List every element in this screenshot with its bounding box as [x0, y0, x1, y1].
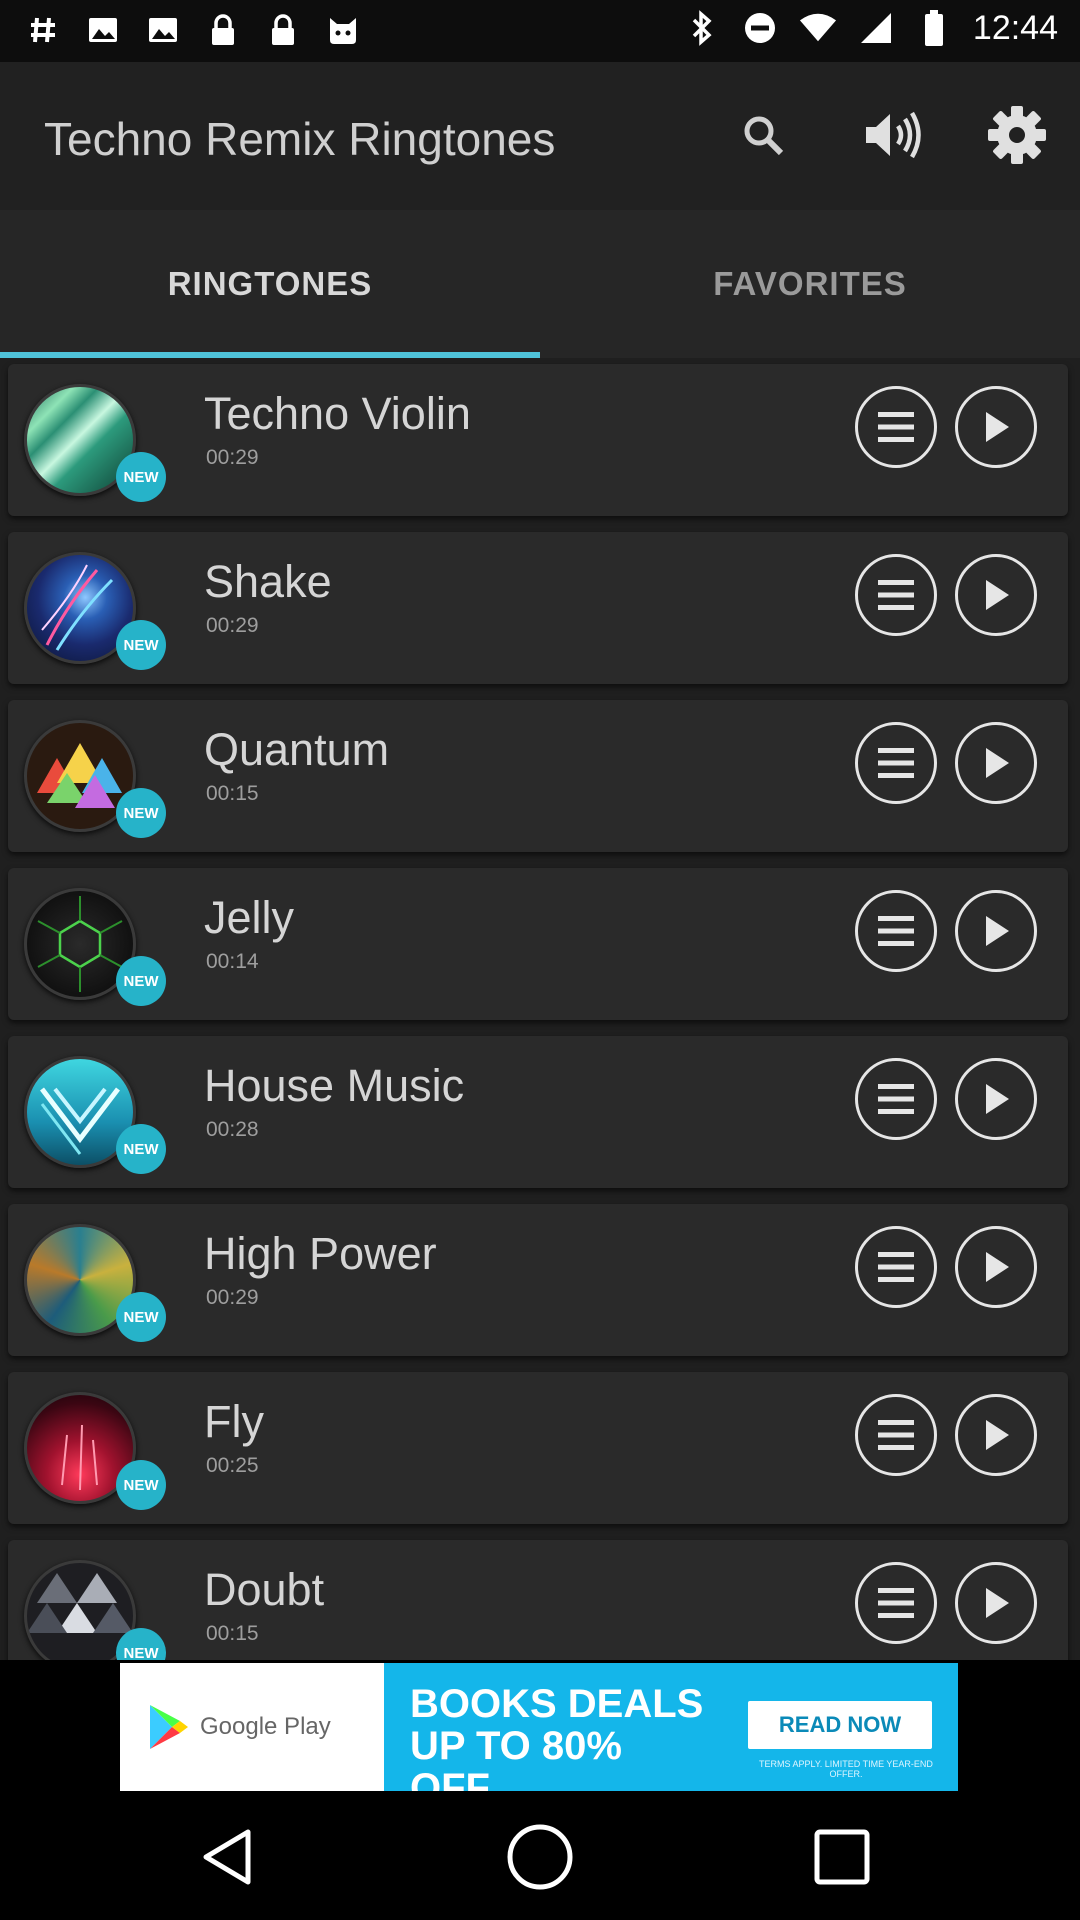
ad-banner[interactable]: Google Play BOOKS DEALS UP TO 80% OFF RE… [120, 1663, 958, 1791]
home-icon[interactable] [498, 1815, 582, 1899]
options-menu-button[interactable] [855, 554, 937, 636]
options-menu-button[interactable] [855, 386, 937, 468]
new-badge: NEW [116, 788, 166, 838]
google-play-icon [150, 1705, 188, 1749]
ringtone-duration: 00:14 [206, 950, 259, 973]
tab-bar: RINGTONES FAVORITES [0, 210, 1080, 358]
list-item[interactable]: NEW Techno Violin 00:29 [8, 364, 1068, 516]
new-badge: NEW [116, 620, 166, 670]
list-item[interactable]: NEW Quantum 00:15 [8, 700, 1068, 852]
status-bar: 12:44 [0, 0, 1080, 62]
lock-icon [204, 10, 242, 50]
new-badge: NEW [116, 1124, 166, 1174]
ad-headline: BOOKS DEALS UP TO 80% OFF [410, 1682, 704, 1791]
list-item[interactable]: NEW Fly 00:25 [8, 1372, 1068, 1524]
play-button[interactable] [955, 890, 1037, 972]
clock: 12:44 [972, 8, 1058, 47]
ad-terms: TERMS APPLY. LIMITED TIME YEAR-END OFFER… [759, 1759, 933, 1779]
ringtone-duration: 00:25 [206, 1454, 259, 1477]
volume-icon[interactable] [860, 100, 930, 170]
list-item[interactable]: NEW Jelly 00:14 [8, 868, 1068, 1020]
list-item[interactable]: NEW Shake 00:29 [8, 532, 1068, 684]
options-menu-button[interactable] [855, 1058, 937, 1140]
google-play-badge: Google Play [120, 1663, 384, 1791]
signal-icon [857, 8, 895, 48]
ringtone-title: Techno Violin [204, 388, 471, 439]
new-badge: NEW [116, 956, 166, 1006]
play-button[interactable] [955, 554, 1037, 636]
bluetooth-icon [683, 8, 721, 48]
tab-ringtones[interactable]: RINGTONES [0, 210, 540, 358]
ringtone-title: Quantum [204, 724, 390, 775]
ringtone-duration: 00:29 [206, 446, 259, 469]
options-menu-button[interactable] [855, 1394, 937, 1476]
new-badge: NEW [116, 1460, 166, 1510]
search-icon[interactable] [728, 100, 798, 170]
app-title: Techno Remix Ringtones [44, 113, 556, 165]
list-item[interactable]: NEW Doubt 00:15 [8, 1540, 1068, 1660]
image-icon [84, 10, 122, 50]
ringtone-title: High Power [204, 1228, 437, 1279]
list-item[interactable]: NEW House Music 00:28 [8, 1036, 1068, 1188]
ringtone-duration: 00:29 [206, 1286, 259, 1309]
play-button[interactable] [955, 1562, 1037, 1644]
play-button[interactable] [955, 722, 1037, 804]
ringtone-title: Shake [204, 556, 332, 607]
ringtone-duration: 00:29 [206, 614, 259, 637]
options-menu-button[interactable] [855, 1226, 937, 1308]
back-icon[interactable] [186, 1815, 270, 1899]
new-badge: NEW [116, 452, 166, 502]
options-menu-button[interactable] [855, 1562, 937, 1644]
ringtone-title: Fly [204, 1396, 264, 1447]
play-button[interactable] [955, 1058, 1037, 1140]
recents-icon[interactable] [800, 1815, 884, 1899]
settings-icon[interactable] [982, 100, 1052, 170]
new-badge: NEW [116, 1292, 166, 1342]
play-button[interactable] [955, 1226, 1037, 1308]
do-not-disturb-icon [741, 8, 779, 48]
options-menu-button[interactable] [855, 890, 937, 972]
lock-icon [264, 10, 302, 50]
play-button[interactable] [955, 1394, 1037, 1476]
app-bar: Techno Remix Ringtones [0, 62, 1080, 210]
play-button[interactable] [955, 386, 1037, 468]
ringtone-duration: 00:28 [206, 1118, 259, 1141]
notification-icons [24, 10, 362, 50]
ringtone-title: House Music [204, 1060, 465, 1111]
ringtone-duration: 00:15 [206, 1622, 259, 1645]
ringtone-title: Jelly [204, 892, 295, 943]
system-icons: 12:44 [683, 8, 1058, 48]
google-play-label: Google Play [200, 1713, 331, 1740]
ringtone-list[interactable]: NEW Techno Violin 00:29 NEW Shake 00:29 … [0, 358, 1080, 1660]
wifi-icon [799, 8, 837, 48]
hashtag-icon [24, 10, 62, 50]
cat-icon [324, 10, 362, 50]
navigation-bar [0, 1793, 1080, 1920]
ringtone-duration: 00:15 [206, 782, 259, 805]
options-menu-button[interactable] [855, 722, 937, 804]
read-now-button[interactable]: READ NOW [748, 1701, 932, 1749]
list-item[interactable]: NEW High Power 00:29 [8, 1204, 1068, 1356]
image-icon [144, 10, 182, 50]
tab-favorites[interactable]: FAVORITES [540, 210, 1080, 358]
battery-icon [915, 8, 953, 48]
ringtone-title: Doubt [204, 1564, 325, 1615]
